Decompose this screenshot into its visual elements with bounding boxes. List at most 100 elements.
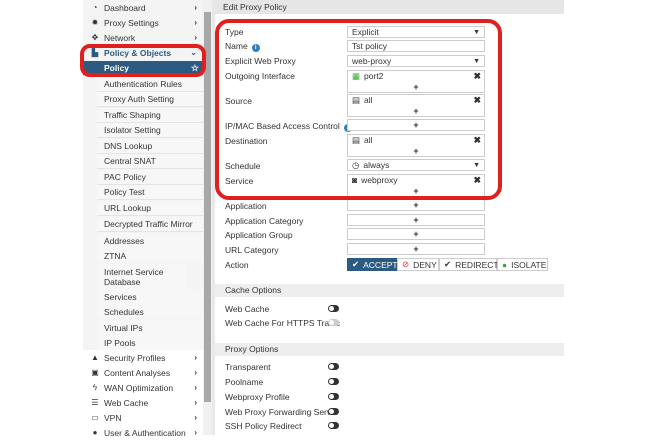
chevron-right-icon: ›	[194, 33, 197, 42]
poolname-toggle[interactable]	[328, 378, 339, 385]
sidebar-item-security-profiles[interactable]: ▲ Security Profiles ›	[83, 350, 203, 365]
outgoing-interface-field[interactable]: ▦ port2 ✖ +	[347, 70, 485, 93]
content-icon: ▣	[91, 368, 99, 377]
webproxy-profile-toggle[interactable]	[328, 393, 339, 400]
chevron-right-icon: ›	[194, 18, 197, 27]
sidebar-item-policy[interactable]: Policy ☆	[83, 61, 203, 76]
sidebar-item-services[interactable]: Services	[97, 289, 203, 304]
sidebar-item-isolator-setting[interactable]: Isolator Setting	[97, 123, 203, 138]
action-redirect-button[interactable]: ✔ REDIRECT	[439, 258, 499, 271]
info-icon: i	[251, 44, 260, 52]
sidebar-item-schedules[interactable]: Schedules	[97, 304, 203, 319]
chevron-down-icon: ⌄	[190, 48, 197, 57]
sidebar-item-dns-lookup[interactable]: DNS Lookup	[97, 139, 203, 154]
application-category-field[interactable]: +	[347, 214, 485, 226]
remove-icon[interactable]: ✖	[473, 175, 481, 186]
transparent-label: Transparent	[225, 362, 271, 372]
web-cache-https-toggle[interactable]	[328, 319, 339, 326]
ipmac-field[interactable]: +	[347, 119, 485, 131]
action-deny-button[interactable]: ⊘ DENY	[397, 258, 439, 271]
scrollbar-thumb[interactable]	[204, 12, 211, 402]
chevron-right-icon: ›	[194, 368, 197, 377]
type-label: Type	[225, 27, 244, 37]
destination-label: Destination	[225, 136, 268, 146]
deny-icon: ⊘	[402, 259, 410, 269]
action-isolate-button[interactable]: ● ISOLATE	[497, 258, 548, 271]
remove-icon[interactable]: ✖	[473, 135, 481, 146]
sidebar-item-traffic-shaping[interactable]: Traffic Shaping	[97, 108, 203, 123]
policy-icon: ▙	[91, 48, 99, 57]
sidebar-item-ip-pools[interactable]: IP Pools	[97, 335, 203, 350]
web-cache-label: Web Cache	[225, 304, 270, 314]
ipmac-label: IP/MAC Based Access Controli	[225, 121, 352, 132]
transparent-toggle[interactable]	[328, 363, 339, 370]
webproxy-profile-label: Webproxy Profile	[225, 392, 290, 402]
web-proxy-forwarding-server-toggle[interactable]	[328, 408, 339, 415]
bolt-icon: ϟ	[92, 383, 98, 392]
sidebar-item-internet-service-database[interactable]: Internet Service Database	[97, 264, 187, 289]
source-field[interactable]: ▤ all ✖ +	[347, 94, 485, 117]
explicit-web-proxy-select[interactable]: web-proxy ▼	[347, 55, 485, 67]
application-group-field[interactable]: +	[347, 228, 485, 240]
action-label: Action	[225, 260, 249, 270]
url-category-field[interactable]: +	[347, 243, 485, 255]
check-circle-icon: ●	[502, 259, 508, 270]
sidebar-item-authentication-rules[interactable]: Authentication Rules	[97, 77, 203, 92]
sidebar-item-user-authentication[interactable]: ● User & Authentication ›	[83, 425, 203, 440]
sidebar-item-virtual-ips[interactable]: Virtual IPs	[97, 320, 203, 335]
name-label: Name i	[225, 41, 260, 52]
ssh-policy-redirect-toggle[interactable]	[328, 422, 339, 429]
application-field[interactable]: +	[347, 199, 485, 211]
schedule-icon: ◷	[352, 160, 360, 170]
add-icon[interactable]: +	[348, 146, 484, 157]
sidebar-item-proxy-auth-setting[interactable]: Proxy Auth Setting	[97, 92, 203, 107]
source-label: Source	[225, 96, 252, 106]
add-icon[interactable]: +	[348, 215, 484, 226]
web-cache-toggle[interactable]	[328, 305, 339, 312]
sidebar-item-decrypted-traffic-mirror[interactable]: Decrypted Traffic Mirror	[97, 217, 203, 232]
schedule-select[interactable]: ◷ always ▼	[347, 159, 485, 171]
sidebar-item-wan-optimization[interactable]: ϟ WAN Optimization ›	[83, 380, 203, 395]
add-icon[interactable]: +	[348, 186, 484, 197]
sidebar-scrollbar[interactable]	[203, 0, 212, 435]
gear-icon: ✹	[91, 18, 99, 27]
sidebar-item-web-cache[interactable]: ☰ Web Cache ›	[83, 395, 203, 410]
sidebar-item-ztna[interactable]: ZTNA	[97, 248, 203, 263]
schedule-label: Schedule	[225, 161, 261, 171]
destination-field[interactable]: ▤ all ✖ +	[347, 134, 485, 157]
dropdown-arrow-icon: ▼	[473, 162, 480, 169]
add-icon[interactable]: +	[348, 120, 484, 131]
dashboard-icon: ◔	[92, 3, 98, 12]
star-icon[interactable]: ☆	[191, 63, 199, 74]
remove-icon[interactable]: ✖	[473, 95, 481, 106]
add-icon[interactable]: +	[348, 200, 484, 211]
sidebar-item-dashboard[interactable]: ◔ Dashboard ›	[83, 0, 203, 15]
add-icon[interactable]: +	[348, 82, 484, 93]
add-icon[interactable]: +	[348, 244, 484, 255]
sidebar-item-proxy-settings[interactable]: ✹ Proxy Settings ›	[83, 15, 203, 30]
sidebar-item-network[interactable]: ✥ Network ›	[83, 30, 203, 45]
chevron-right-icon: ›	[194, 383, 197, 392]
sidebar-item-policy-objects[interactable]: ▙ Policy & Objects ⌄	[83, 45, 203, 60]
chevron-right-icon: ›	[194, 398, 197, 407]
sidebar-item-url-lookup[interactable]: URL Lookup	[97, 201, 203, 216]
sidebar-item-central-snat[interactable]: Central SNAT	[97, 154, 203, 169]
sidebar-item-vpn[interactable]: ▭ VPN ›	[83, 410, 203, 425]
application-group-label: Application Group	[225, 230, 293, 240]
service-field[interactable]: ◙ webproxy ✖ +	[347, 174, 485, 197]
type-select[interactable]: Explicit ▼	[347, 26, 485, 38]
sidebar-item-policy-test[interactable]: Policy Test	[97, 185, 203, 200]
remove-icon[interactable]: ✖	[473, 71, 481, 82]
explicit-web-proxy-label: Explicit Web Proxy	[225, 56, 296, 66]
add-icon[interactable]: +	[348, 106, 484, 117]
add-icon[interactable]: +	[348, 229, 484, 240]
sidebar-item-content-analyses[interactable]: ▣ Content Analyses ›	[83, 365, 203, 380]
sidebar-item-addresses[interactable]: Addresses	[97, 233, 203, 248]
proxy-options-header: Proxy Options	[215, 343, 564, 356]
action-accept-button[interactable]: ✔ ACCEPT	[347, 258, 398, 271]
dropdown-arrow-icon: ▼	[473, 58, 480, 65]
database-icon: ☰	[91, 398, 99, 407]
sidebar-item-pac-policy[interactable]: PAC Policy	[97, 170, 203, 185]
name-input[interactable]: Tst policy	[347, 40, 485, 52]
port-icon: ▦	[352, 71, 361, 81]
